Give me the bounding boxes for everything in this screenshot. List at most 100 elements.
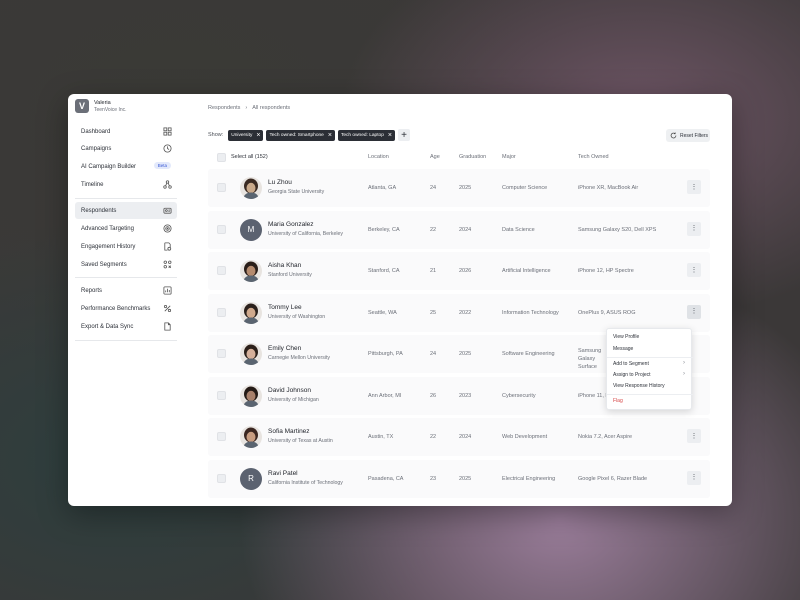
add-filter-button[interactable]: + — [397, 129, 410, 141]
cell-major: Artificial Intelligence — [502, 268, 551, 274]
cell-major: Web Development — [502, 434, 548, 440]
app-window: V Valeria TeenVoice Inc. Dashboard Campa… — [68, 94, 732, 506]
breadcrumb-root[interactable]: Respondents — [208, 105, 240, 111]
row-checkbox[interactable] — [217, 224, 226, 234]
cell-major: Computer Science — [502, 185, 548, 191]
close-icon[interactable]: × — [328, 132, 332, 139]
row-checkbox[interactable] — [217, 266, 226, 275]
cell-tech-owned: OnePlus 9, ASUS ROG — [578, 309, 636, 316]
sidebar-item-reports[interactable]: Reports — [75, 282, 177, 299]
grid-icon — [163, 127, 172, 136]
column-tech-owned[interactable]: Tech Owned — [578, 154, 609, 160]
row-checkbox[interactable] — [217, 307, 226, 317]
cell-graduation: 2022 — [459, 309, 472, 316]
menu-item-assign-to-project[interactable]: Assign to Project — [613, 372, 651, 378]
table-row[interactable]: Lu Zhou Georgia State University Atlanta… — [208, 169, 710, 207]
column-location[interactable]: Location — [368, 154, 389, 160]
brand[interactable]: V Valeria TeenVoice Inc. — [75, 99, 175, 117]
cell-major: Information Technology — [502, 309, 559, 316]
cell-graduation: 2023 — [459, 392, 472, 399]
sidebar-item-performance-benchmarks[interactable]: Performance Benchmarks — [75, 300, 177, 317]
respondent-name[interactable]: Lu Zhou — [268, 179, 292, 186]
cell-tech-owned: iPhone XR, MacBook Air — [578, 185, 639, 191]
sidebar-item-engagement-history[interactable]: Engagement History — [75, 238, 177, 255]
respondent-school: University of Michigan — [268, 396, 319, 403]
respondents-table: Select all (152) Location Age Graduation… — [208, 150, 710, 500]
row-checkbox[interactable] — [217, 183, 226, 192]
column-graduation[interactable]: Graduation — [459, 154, 486, 160]
avatar — [240, 426, 262, 448]
table-row[interactable]: Aisha Khan Stanford University Stanford,… — [208, 252, 710, 290]
select-all-label: Select all (152) — [231, 154, 268, 160]
avatar — [240, 343, 262, 365]
filter-bar: Show: University × Tech owned: Smartphon… — [208, 129, 410, 141]
row-actions-button[interactable]: ⋮ — [687, 470, 701, 485]
menu-item-flag[interactable]: Flag — [613, 398, 623, 404]
row-actions-button[interactable]: ⋮ — [687, 304, 701, 319]
row-actions-button[interactable]: ⋮ — [687, 263, 701, 277]
cell-age: 22 — [430, 226, 437, 233]
table-row[interactable]: Sofia Martinez University of Texas at Au… — [208, 418, 710, 456]
respondent-name[interactable]: Sofia Martinez — [268, 428, 310, 435]
cell-age: 24 — [430, 351, 437, 357]
filter-chip-university[interactable]: University × — [228, 129, 264, 141]
cell-location: Berkeley, CA — [368, 226, 400, 233]
sidebar-item-label: Reports — [81, 287, 103, 294]
users-icon — [163, 206, 172, 215]
filter-chip-smartphone[interactable]: Tech owned: Smartphone × — [266, 129, 335, 141]
sidebar-item-export-data-sync[interactable]: Export & Data Sync — [75, 318, 177, 335]
cell-location: Stanford, CA — [368, 268, 400, 274]
menu-item-add-to-segment[interactable]: Add to Segment — [613, 361, 649, 367]
row-actions-button[interactable]: ⋮ — [687, 180, 701, 194]
sidebar-item-campaigns[interactable]: Campaigns — [75, 140, 177, 157]
respondent-name[interactable]: Maria Gonzalez — [268, 221, 314, 228]
respondent-name[interactable]: Aisha Khan — [268, 262, 301, 269]
respondent-name[interactable]: Ravi Patel — [268, 470, 298, 477]
column-age[interactable]: Age — [430, 154, 440, 160]
sidebar-item-label: Timeline — [81, 181, 104, 188]
chevron-right-icon: › — [683, 371, 685, 377]
respondent-name[interactable]: David Johnson — [268, 387, 311, 394]
sidebar-item-ai-campaign-builder[interactable]: AI Campaign Builder Beta — [75, 158, 177, 175]
table-row[interactable]: M Maria Gonzalez University of Californi… — [208, 210, 710, 249]
history-icon — [163, 242, 172, 251]
sidebar-divider — [75, 277, 177, 278]
cell-tech-owned: Google Pixel 6, Razer Blade — [578, 475, 648, 482]
menu-item-view-response-history[interactable]: View Response History — [613, 383, 665, 389]
sidebar-item-dashboard[interactable]: Dashboard — [75, 123, 177, 140]
sidebar-item-advanced-targeting[interactable]: Advanced Targeting — [75, 220, 177, 237]
row-actions-button[interactable]: ⋮ — [687, 429, 701, 443]
sidebar-item-saved-segments[interactable]: Saved Segments — [75, 256, 177, 273]
table-row[interactable]: R Ravi Patel California Institute of Tec… — [208, 459, 710, 498]
table-row[interactable]: Tommy Lee University of Washington Seatt… — [208, 293, 710, 332]
row-checkbox[interactable] — [217, 349, 226, 358]
row-checkbox[interactable] — [217, 390, 226, 400]
cell-graduation: 2026 — [459, 268, 472, 274]
table-header: Select all (152) Location Age Graduation… — [208, 150, 710, 166]
cell-graduation: 2025 — [459, 475, 472, 482]
cell-graduation: 2025 — [459, 351, 472, 357]
cell-age: 22 — [430, 434, 437, 440]
cell-location: Ann Arbor, MI — [368, 392, 402, 399]
cell-age: 23 — [430, 475, 437, 482]
filter-label: Show: — [208, 132, 224, 138]
column-major[interactable]: Major — [502, 154, 516, 160]
close-icon[interactable]: × — [256, 132, 260, 139]
filter-chip-laptop[interactable]: Tech owned: Laptop × — [337, 129, 395, 141]
row-actions-button[interactable]: ⋮ — [687, 221, 701, 236]
cell-tech-owned: Samsung Galaxy S20, Dell XPS — [578, 226, 657, 233]
select-all-checkbox[interactable] — [217, 153, 226, 162]
row-checkbox[interactable] — [217, 432, 226, 441]
close-icon[interactable]: × — [388, 132, 392, 139]
sidebar-item-timeline[interactable]: Timeline — [75, 176, 177, 193]
cell-age: 21 — [430, 268, 437, 274]
menu-item-message[interactable]: Message — [613, 346, 633, 352]
reset-filters-button[interactable]: Reset Filters — [666, 129, 710, 142]
sidebar-item-respondents[interactable]: Respondents — [75, 202, 177, 219]
cell-tech-owned: Nokia 7.2, Acer Aspire — [578, 434, 633, 440]
respondent-name[interactable]: Tommy Lee — [268, 304, 302, 311]
menu-item-view-profile[interactable]: View Profile — [613, 334, 639, 340]
respondent-name[interactable]: Emily Chen — [268, 345, 301, 352]
row-checkbox[interactable] — [217, 473, 226, 483]
cell-age: 25 — [430, 309, 437, 316]
